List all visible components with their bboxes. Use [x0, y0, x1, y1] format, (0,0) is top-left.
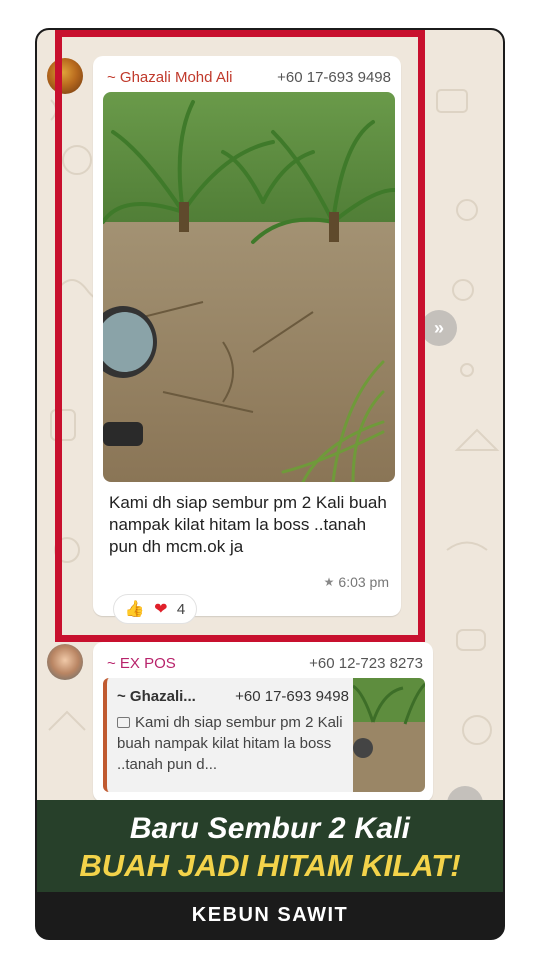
message-bubble[interactable]: ~ EX POS +60 12-723 8273 ~ Ghazali... +6…	[93, 642, 433, 800]
sender-name[interactable]: ~ EX POS	[107, 655, 176, 672]
highlight-frame	[55, 30, 425, 642]
quoted-text: Kami dh siap sembur pm 2 Kali buah nampa…	[117, 714, 343, 773]
quoted-header: ~ Ghazali... +60 17-693 9498	[117, 688, 349, 705]
quoted-sender-name: ~ Ghazali...	[117, 688, 196, 705]
message-header: ~ EX POS +60 12-723 8273	[107, 652, 423, 674]
footer-bar: KEBUN SAWIT	[37, 892, 503, 938]
headline-line-1: Baru Sembur 2 Kali	[129, 812, 411, 845]
forward-button[interactable]: »	[421, 310, 457, 346]
quoted-text-block: Kami dh siap sembur pm 2 Kali buah nampa…	[117, 712, 353, 775]
headline-banner: Baru Sembur 2 Kali BUAH JADI HITAM KILAT…	[37, 800, 503, 892]
footer-label: KEBUN SAWIT	[191, 904, 349, 926]
quoted-sender-phone: +60 17-693 9498	[235, 688, 349, 705]
quoted-thumbnail	[353, 678, 425, 792]
forward-icon: »	[433, 317, 444, 338]
image-icon	[117, 717, 130, 728]
sender-avatar[interactable]	[47, 644, 83, 680]
post-card: ~ Ghazali Mohd Ali +60 17-693 9498 Kami …	[35, 28, 505, 940]
headline-line-2: BUAH JADI HITAM KILAT!	[79, 848, 461, 883]
chat-screenshot: ~ Ghazali Mohd Ali +60 17-693 9498 Kami …	[37, 30, 503, 800]
sender-phone: +60 12-723 8273	[309, 654, 423, 672]
quoted-message[interactable]: ~ Ghazali... +60 17-693 9498 Kami dh sia…	[103, 678, 425, 792]
